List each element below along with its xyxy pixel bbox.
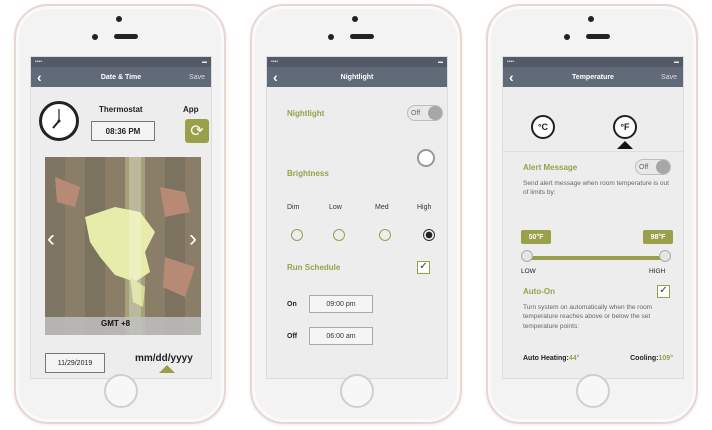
radio-low[interactable] bbox=[333, 229, 345, 241]
date-format-label[interactable]: mm/dd/yyyy bbox=[135, 353, 193, 364]
level-label-dim: Dim bbox=[287, 204, 300, 211]
alert-toggle[interactable]: Off bbox=[635, 159, 671, 175]
nightlight-toggle[interactable]: Off bbox=[407, 105, 443, 121]
toggle-state: Off bbox=[639, 163, 649, 171]
world-map-image bbox=[45, 157, 201, 335]
home-button[interactable] bbox=[104, 374, 138, 408]
high-temp-value: 98°F bbox=[643, 230, 673, 244]
level-label-med: Med bbox=[375, 204, 389, 211]
run-schedule-label: Run Schedule bbox=[287, 263, 341, 272]
status-bar: •••• ▬ bbox=[31, 57, 211, 67]
earpiece-speaker bbox=[586, 34, 610, 39]
dropdown-triangle-icon[interactable] bbox=[159, 365, 175, 373]
save-button[interactable]: Save bbox=[659, 74, 677, 81]
date-field[interactable]: 11/29/2019 bbox=[45, 353, 105, 373]
auto-temps-row: Auto Heating:44° Cooling:109° bbox=[523, 355, 673, 362]
nav-bar: ‹ Nightlight bbox=[267, 67, 447, 87]
radio-dim[interactable] bbox=[291, 229, 303, 241]
camera-dot bbox=[588, 16, 594, 22]
auto-heating-value[interactable]: 44° bbox=[569, 355, 580, 362]
nightlight-screen: •••• ▬ ‹ Nightlight Nightlight Off Bright… bbox=[266, 56, 448, 379]
temperature-screen: •••• ▬ ‹ Temperature Save °C °F Alert Mes… bbox=[502, 56, 684, 379]
phone-nightlight: •••• ▬ ‹ Nightlight Nightlight Off Bright… bbox=[250, 4, 462, 424]
earpiece-speaker bbox=[350, 34, 374, 39]
cooling: Cooling:109° bbox=[630, 355, 673, 362]
high-label: HIGH bbox=[649, 268, 666, 275]
radio-med[interactable] bbox=[379, 229, 391, 241]
map-prev-icon[interactable]: ‹ bbox=[47, 225, 55, 253]
temperature-range-slider[interactable] bbox=[525, 256, 665, 260]
sync-button[interactable]: ⟳ bbox=[185, 119, 209, 143]
off-label: Off bbox=[287, 333, 298, 340]
save-button[interactable]: Save bbox=[187, 74, 205, 81]
camera-dot bbox=[352, 16, 358, 22]
high-slider-handle[interactable] bbox=[659, 250, 671, 262]
app-label: App bbox=[183, 105, 199, 114]
selected-unit-indicator-icon bbox=[617, 141, 633, 149]
home-button[interactable] bbox=[576, 374, 610, 408]
status-bar: •••• ▬ bbox=[267, 57, 447, 67]
divider bbox=[503, 151, 683, 152]
on-time-field[interactable]: 09:00 pm bbox=[309, 295, 373, 313]
clock-face bbox=[52, 109, 61, 129]
gmt-offset: GMT +8 bbox=[101, 319, 131, 328]
brightness-label: Brightness bbox=[287, 169, 329, 178]
on-label: On bbox=[287, 301, 297, 308]
nav-bar: ‹ Temperature Save bbox=[503, 67, 683, 87]
toggle-knob bbox=[656, 160, 670, 174]
map-next-icon[interactable]: › bbox=[189, 225, 197, 253]
back-icon[interactable]: ‹ bbox=[37, 70, 55, 84]
bulb-icon bbox=[417, 149, 435, 167]
off-time-field[interactable]: 06:00 am bbox=[309, 327, 373, 345]
auto-on-label: Auto-On bbox=[523, 287, 555, 296]
page-title: Temperature bbox=[572, 73, 614, 81]
date-time-screen: •••• ▬ ‹ Date & Time Save Thermostat App … bbox=[30, 56, 212, 379]
sensor-dot bbox=[564, 34, 570, 40]
phone-temperature: •••• ▬ ‹ Temperature Save °C °F Alert Mes… bbox=[486, 4, 698, 424]
timezone-map[interactable] bbox=[45, 157, 201, 335]
back-icon[interactable]: ‹ bbox=[273, 70, 291, 84]
cooling-value[interactable]: 109° bbox=[659, 355, 673, 362]
page-title: Date & Time bbox=[100, 73, 142, 81]
camera-dot bbox=[116, 16, 122, 22]
refresh-icon: ⟳ bbox=[190, 123, 204, 140]
analog-clock-icon bbox=[39, 101, 79, 141]
alert-message-label: Alert Message bbox=[523, 163, 578, 172]
nav-bar: ‹ Date & Time Save bbox=[31, 67, 211, 87]
low-temp-value: 50°F bbox=[521, 230, 551, 244]
phone-date-time: •••• ▬ ‹ Date & Time Save Thermostat App … bbox=[14, 4, 226, 424]
home-button[interactable] bbox=[340, 374, 374, 408]
earpiece-speaker bbox=[114, 34, 138, 39]
sensor-dot bbox=[328, 34, 334, 40]
auto-on-checkbox[interactable]: ✓ bbox=[657, 285, 670, 298]
back-icon[interactable]: ‹ bbox=[509, 70, 527, 84]
auto-heating: Auto Heating:44° bbox=[523, 355, 580, 362]
low-label: LOW bbox=[521, 268, 536, 275]
toggle-knob bbox=[428, 106, 442, 120]
celsius-button[interactable]: °C bbox=[531, 115, 555, 139]
page-title: Nightlight bbox=[340, 73, 374, 81]
level-label-low: Low bbox=[329, 204, 342, 211]
auto-on-description: Turn system on automatically when the ro… bbox=[523, 304, 653, 330]
fahrenheit-button[interactable]: °F bbox=[613, 115, 637, 139]
status-bar: •••• ▬ bbox=[503, 57, 683, 67]
radio-high[interactable] bbox=[423, 229, 435, 241]
thermostat-time-field[interactable]: 08:36 PM bbox=[91, 121, 155, 141]
thermostat-label: Thermostat bbox=[99, 105, 143, 114]
sensor-dot bbox=[92, 34, 98, 40]
toggle-state: Off bbox=[411, 109, 421, 117]
level-label-high: High bbox=[417, 204, 432, 211]
alert-description: Send alert message when room temperature… bbox=[523, 180, 669, 197]
low-slider-handle[interactable] bbox=[521, 250, 533, 262]
nightlight-label: Nightlight bbox=[287, 109, 325, 118]
run-schedule-checkbox[interactable]: ✓ bbox=[417, 261, 430, 274]
